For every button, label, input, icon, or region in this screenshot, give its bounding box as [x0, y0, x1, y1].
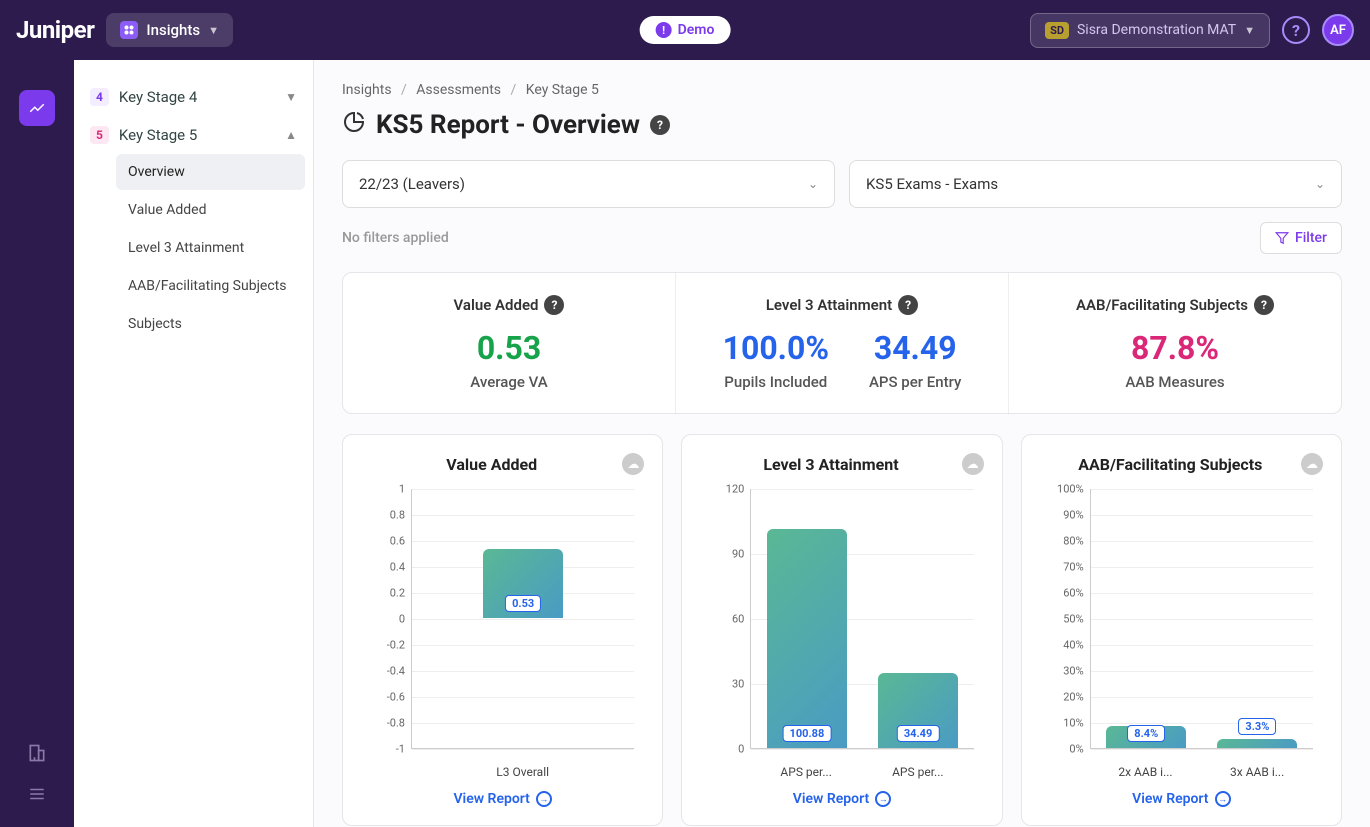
ks5-subnav: Overview Value Added Level 3 Attainment …: [82, 154, 305, 342]
view-report-va[interactable]: View Report →: [361, 791, 644, 807]
kpi-value-added: Value Added? 0.53 Average VA: [343, 273, 676, 413]
analytics-icon[interactable]: [19, 90, 55, 126]
arrow-right-icon: →: [536, 791, 552, 807]
kpi-pupils-value: 100.0%: [723, 329, 829, 367]
kpi-aab-title: AAB/Facilitating Subjects: [1076, 296, 1248, 314]
insights-dropdown[interactable]: Insights ▼: [106, 13, 233, 47]
chevron-down-icon: ▼: [208, 24, 219, 37]
menu-icon[interactable]: [28, 785, 46, 807]
help-icon[interactable]: ?: [650, 115, 670, 135]
insights-label: Insights: [146, 21, 200, 39]
kpi-aab-value: 87.8%: [1025, 329, 1325, 367]
ks5-badge: 5: [90, 126, 109, 144]
sidebar-item-l3-attainment[interactable]: Level 3 Attainment: [116, 230, 305, 266]
help-icon[interactable]: ?: [544, 295, 564, 315]
kpi-va-label: Average VA: [359, 373, 659, 391]
sidebar-item-aab[interactable]: AAB/Facilitating Subjects: [116, 268, 305, 304]
kpi-aps-value: 34.49: [869, 329, 961, 367]
arrow-right-icon: →: [1215, 791, 1231, 807]
chart-l3-area: 0306090120100.8834.49APS per...APS per..…: [700, 489, 983, 779]
filter-row: No filters applied Filter: [342, 222, 1342, 254]
separator: /: [510, 82, 516, 98]
chart-va-area: -1-0.8-0.6-0.4-0.200.20.40.60.810.53L3 O…: [361, 489, 644, 779]
crumb-ks5: Key Stage 5: [526, 82, 599, 98]
cohort-select[interactable]: 22/23 (Leavers) ⌄: [342, 160, 835, 208]
ks4-label: Key Stage 4: [119, 88, 197, 106]
chevron-down-icon: ▼: [285, 90, 297, 104]
chevron-down-icon: ⌄: [1315, 177, 1325, 191]
info-icon: !: [656, 22, 672, 38]
sidebar-item-ks5[interactable]: 5 Key Stage 5 ▲: [82, 116, 305, 154]
kpi-l3-title: Level 3 Attainment: [766, 296, 892, 314]
view-report-l3[interactable]: View Report →: [700, 791, 983, 807]
chart-aab-area: 0%10%20%30%40%50%60%70%80%90%100%8.4%3.3…: [1040, 489, 1323, 779]
kpi-l3: Level 3 Attainment? 100.0% Pupils Includ…: [676, 273, 1009, 413]
avatar[interactable]: AF: [1322, 14, 1354, 46]
topbar: Juniper Insights ▼ ! Demo SD Sisra Demon…: [0, 0, 1370, 60]
chart-row: Value Added ☁ -1-0.8-0.6-0.4-0.200.20.40…: [342, 434, 1342, 826]
filter-label: Filter: [1295, 230, 1327, 246]
no-filters-text: No filters applied: [342, 230, 449, 246]
download-icon[interactable]: ☁: [1301, 453, 1323, 475]
download-icon[interactable]: ☁: [622, 453, 644, 475]
separator: /: [401, 82, 407, 98]
kpi-aps-label: APS per Entry: [869, 373, 961, 391]
chart-card-va: Value Added ☁ -1-0.8-0.6-0.4-0.200.20.40…: [342, 434, 663, 826]
page-title: KS5 Report - Overview ?: [342, 110, 1342, 140]
kpi-aab: AAB/Facilitating Subjects? 87.8% AAB Mea…: [1009, 273, 1341, 413]
filter-icon: [1275, 231, 1289, 245]
ks5-label: Key Stage 5: [119, 126, 197, 144]
exams-value: KS5 Exams - Exams: [866, 175, 998, 193]
pie-chart-icon: [342, 110, 366, 140]
sidebar-item-overview[interactable]: Overview: [116, 154, 305, 190]
sidebar-item-ks4[interactable]: 4 Key Stage 4 ▼: [82, 78, 305, 116]
demo-pill[interactable]: ! Demo: [640, 16, 731, 44]
chevron-down-icon: ▼: [1244, 24, 1255, 37]
title-text: KS5 Report - Overview: [376, 110, 640, 140]
chart-va-title: Value Added: [361, 455, 622, 474]
main-content: Insights / Assessments / Key Stage 5 KS5…: [314, 60, 1370, 827]
kpi-va-title: Value Added: [454, 296, 539, 314]
chart-card-l3: Level 3 Attainment ☁ 0306090120100.8834.…: [681, 434, 1002, 826]
sidebar-item-value-added[interactable]: Value Added: [116, 192, 305, 228]
apps-icon: [120, 21, 138, 39]
selectors: 22/23 (Leavers) ⌄ KS5 Exams - Exams ⌄: [342, 160, 1342, 208]
crumb-insights[interactable]: Insights: [342, 82, 392, 98]
kpi-aab-label: AAB Measures: [1025, 373, 1325, 391]
chart-l3-title: Level 3 Attainment: [700, 455, 961, 474]
org-badge: SD: [1045, 22, 1069, 39]
org-dropdown[interactable]: SD Sisra Demonstration MAT ▼: [1030, 13, 1270, 48]
view-report-aab[interactable]: View Report →: [1040, 791, 1323, 807]
top-right: SD Sisra Demonstration MAT ▼ ? AF: [1030, 13, 1354, 48]
sidebar: 4 Key Stage 4 ▼ 5 Key Stage 5 ▲ Overview…: [74, 60, 314, 827]
kpi-pupils-label: Pupils Included: [723, 373, 829, 391]
help-icon[interactable]: ?: [898, 295, 918, 315]
org-name: Sisra Demonstration MAT: [1077, 22, 1236, 38]
exams-select[interactable]: KS5 Exams - Exams ⌄: [849, 160, 1342, 208]
help-icon[interactable]: ?: [1254, 295, 1274, 315]
ks4-badge: 4: [90, 88, 109, 106]
kpi-row: Value Added? 0.53 Average VA Level 3 Att…: [342, 272, 1342, 414]
breadcrumb: Insights / Assessments / Key Stage 5: [342, 82, 1342, 98]
building-icon[interactable]: [27, 743, 47, 767]
filter-button[interactable]: Filter: [1260, 222, 1342, 254]
chart-aab-title: AAB/Facilitating Subjects: [1040, 455, 1301, 474]
chart-card-aab: AAB/Facilitating Subjects ☁ 0%10%20%30%4…: [1021, 434, 1342, 826]
left-rail: [0, 60, 74, 827]
download-icon[interactable]: ☁: [962, 453, 984, 475]
crumb-assessments[interactable]: Assessments: [416, 82, 501, 98]
chevron-up-icon: ▲: [285, 128, 297, 142]
kpi-va-value: 0.53: [359, 329, 659, 367]
logo: Juniper: [16, 16, 94, 44]
demo-label: Demo: [678, 22, 715, 38]
cohort-value: 22/23 (Leavers): [359, 175, 465, 193]
help-button[interactable]: ?: [1282, 16, 1310, 44]
chevron-down-icon: ⌄: [808, 177, 818, 191]
sidebar-item-subjects[interactable]: Subjects: [116, 306, 305, 342]
arrow-right-icon: →: [875, 791, 891, 807]
